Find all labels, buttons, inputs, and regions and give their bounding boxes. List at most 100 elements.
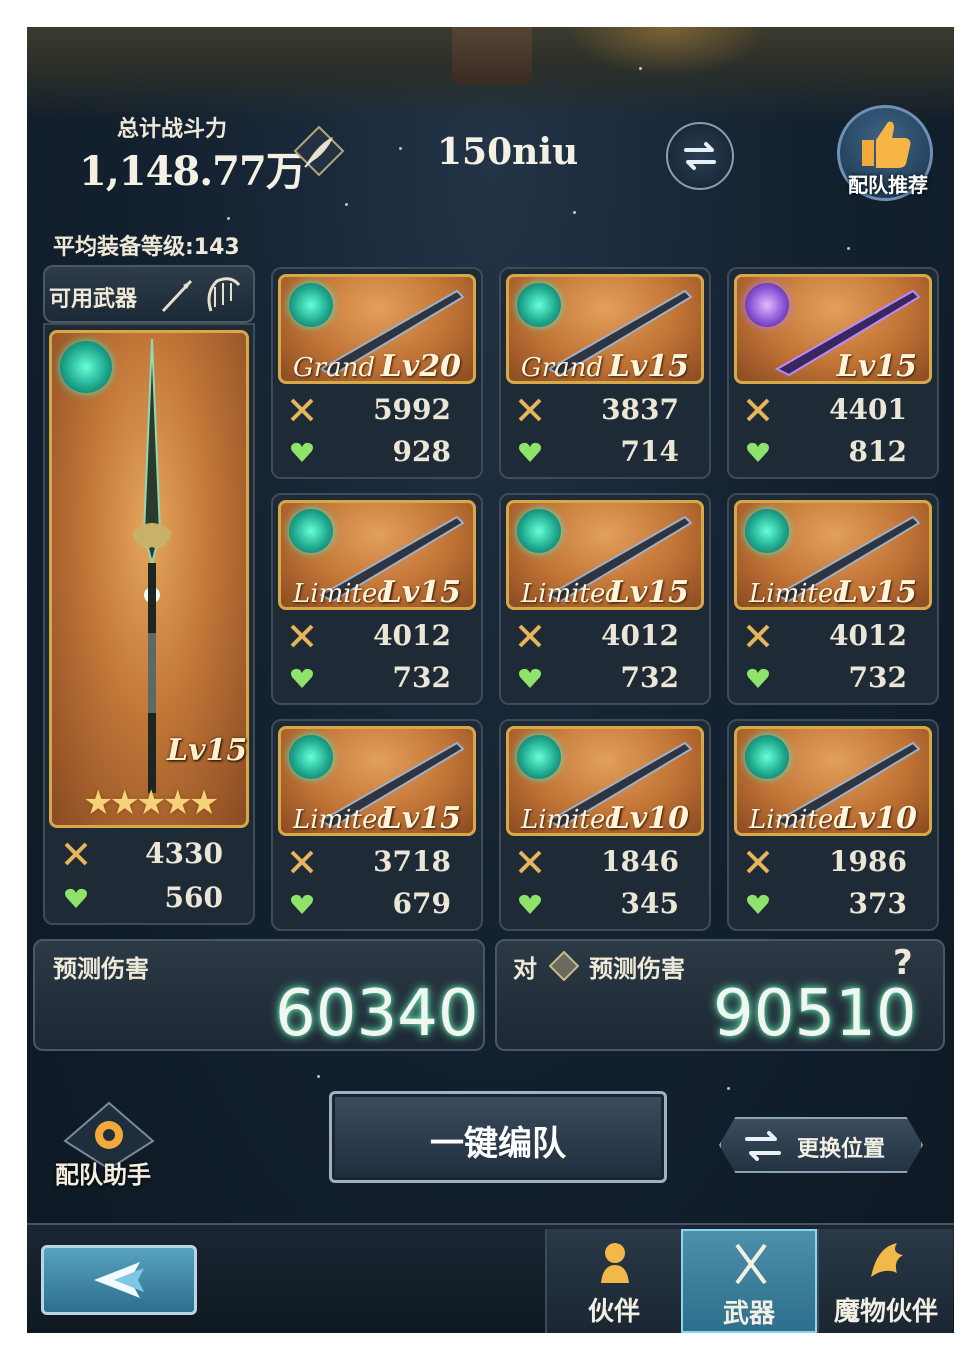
swap-arrows-icon <box>745 1131 781 1161</box>
weapon-hp: 345 <box>507 885 705 921</box>
hp-value: 714 <box>620 435 679 468</box>
hp-heart-icon <box>519 894 541 914</box>
swap-view-button[interactable] <box>666 122 734 190</box>
hp-value: 732 <box>620 661 679 694</box>
enemy-diamond-icon <box>549 951 579 981</box>
auto-form-team-label: 一键编队 <box>430 1124 566 1164</box>
selected-weapon-level: Lv15 <box>167 733 248 768</box>
partner-bust-icon <box>601 1243 629 1283</box>
attack-value: 1986 <box>829 845 907 878</box>
rarity-stars: ★★★★★ <box>83 783 219 823</box>
weapon-level: Lv10 <box>608 801 689 836</box>
attack-value: 1846 <box>601 845 679 878</box>
weapon-art: Limited Lv15 <box>734 500 932 610</box>
vs-prefix: 对 <box>513 955 537 983</box>
weapon-rarity: Limited <box>749 805 851 835</box>
weapon-hp: 679 <box>279 885 477 921</box>
swap-position-label: 更换位置 <box>797 1137 886 1162</box>
predicted-damage-value: 60340 <box>275 977 479 1051</box>
attack-swords-icon <box>290 850 314 874</box>
harp-icon <box>207 277 241 312</box>
weapon-art: Grand Lv20 <box>278 274 476 384</box>
weapon-art: Grand Lv15 <box>506 274 704 384</box>
available-weapons-label: 可用武器 <box>49 287 138 312</box>
tab-monster-partners[interactable]: 魔物伙伴 <box>817 1229 953 1333</box>
attack-swords-icon <box>746 850 770 874</box>
swap-position-button[interactable]: 更换位置 <box>719 1117 923 1173</box>
hp-value: 373 <box>848 887 907 920</box>
team-recommend-label: 配队推荐 <box>848 173 928 197</box>
weapon-attack: 1986 <box>735 843 933 879</box>
weapon-hp: 714 <box>507 433 705 469</box>
weapon-level: Lv10 <box>836 801 917 836</box>
attack-value: 3837 <box>601 393 679 426</box>
hp-value: 560 <box>164 881 223 914</box>
weapon-card[interactable]: Limited Lv15 4012 732 <box>499 493 711 705</box>
tab-weapons[interactable]: 武器 <box>681 1229 817 1333</box>
predicted-damage-title: 预测伤害 <box>53 955 149 983</box>
weapon-attack: 4401 <box>735 391 933 427</box>
weapon-card[interactable]: Limited Lv15 4012 732 <box>271 493 483 705</box>
scene-strip <box>27 27 954 122</box>
attack-value: 4012 <box>373 619 451 652</box>
weapon-attack: 4012 <box>735 617 933 653</box>
tab-monster-partners-label: 魔物伙伴 <box>833 1297 938 1327</box>
weapon-card[interactable]: Grand Lv15 3837 714 <box>499 267 711 479</box>
tab-weapons-label: 武器 <box>722 1299 775 1329</box>
weapon-card[interactable]: Limited Lv10 1846 345 <box>499 719 711 931</box>
weapon-card[interactable]: Lv15 4401 812 <box>727 267 939 479</box>
weapon-art: Limited Lv10 <box>734 726 932 836</box>
hp-value: 732 <box>392 661 451 694</box>
weapon-level: Lv15 <box>380 575 461 610</box>
attack-value: 4012 <box>601 619 679 652</box>
average-equip-level: 平均装备等级:143 <box>53 235 240 260</box>
attack-value: 4012 <box>829 619 907 652</box>
attack-value: 4330 <box>145 837 223 870</box>
back-button[interactable] <box>41 1245 197 1315</box>
hp-heart-icon <box>291 668 313 688</box>
selected-weapon-attack: 4330 <box>53 835 249 873</box>
weapon-rarity: Limited <box>293 579 395 609</box>
weapon-hp: 928 <box>279 433 477 469</box>
tab-partners-label: 伙伴 <box>587 1297 640 1327</box>
swap-arrows-icon <box>684 142 716 170</box>
hp-heart-icon <box>519 442 541 462</box>
spear-icon <box>161 279 193 313</box>
weapon-hp: 732 <box>507 659 705 695</box>
weapon-card[interactable]: Limited Lv15 3718 679 <box>271 719 483 931</box>
weapon-card[interactable]: Limited Lv10 1986 373 <box>727 719 939 931</box>
weapon-hp: 373 <box>735 885 933 921</box>
weapon-level: Lv15 <box>608 575 689 610</box>
tab-partners[interactable]: 伙伴 <box>545 1229 681 1333</box>
quill-button[interactable] <box>291 123 347 179</box>
attack-swords-icon <box>518 850 542 874</box>
hp-value: 679 <box>392 887 451 920</box>
weapon-art: Limited Lv15 <box>278 726 476 836</box>
attack-swords-icon <box>64 842 88 866</box>
weapon-art: Limited Lv15 <box>278 500 476 610</box>
weapon-card[interactable]: Limited Lv15 4012 732 <box>727 493 939 705</box>
weapon-rarity: Limited <box>521 805 623 835</box>
hp-value: 928 <box>392 435 451 468</box>
weapon-rarity: Limited <box>521 579 623 609</box>
player-name: 150niu <box>437 131 579 173</box>
weapon-rarity: Grand <box>521 353 604 383</box>
character-sprite <box>452 27 532 85</box>
weapon-card[interactable]: Grand Lv20 5992 928 <box>271 267 483 479</box>
weapon-type-icons <box>157 275 249 315</box>
predicted-damage-vs-title: 预测伤害 <box>589 955 685 983</box>
game-screen: 总计战斗力 1,148.77万 150niu 配队推荐 平均装备等级:143 可… <box>27 27 954 1333</box>
weapon-art: Limited Lv10 <box>506 726 704 836</box>
crossed-swords-icon <box>735 1243 767 1285</box>
hp-heart-icon <box>291 894 313 914</box>
auto-form-team-button[interactable]: 一键编队 <box>329 1091 667 1183</box>
attack-swords-icon <box>746 624 770 648</box>
quill-icon <box>293 125 345 177</box>
weapon-attack: 5992 <box>279 391 477 427</box>
weapon-attack: 4012 <box>507 617 705 653</box>
predicted-damage-panel: 预测伤害 60340 <box>33 939 485 1051</box>
weapon-attack: 3837 <box>507 391 705 427</box>
hp-heart-icon <box>747 668 769 688</box>
hp-value: 345 <box>620 887 679 920</box>
weapon-level: Lv15 <box>608 349 689 384</box>
